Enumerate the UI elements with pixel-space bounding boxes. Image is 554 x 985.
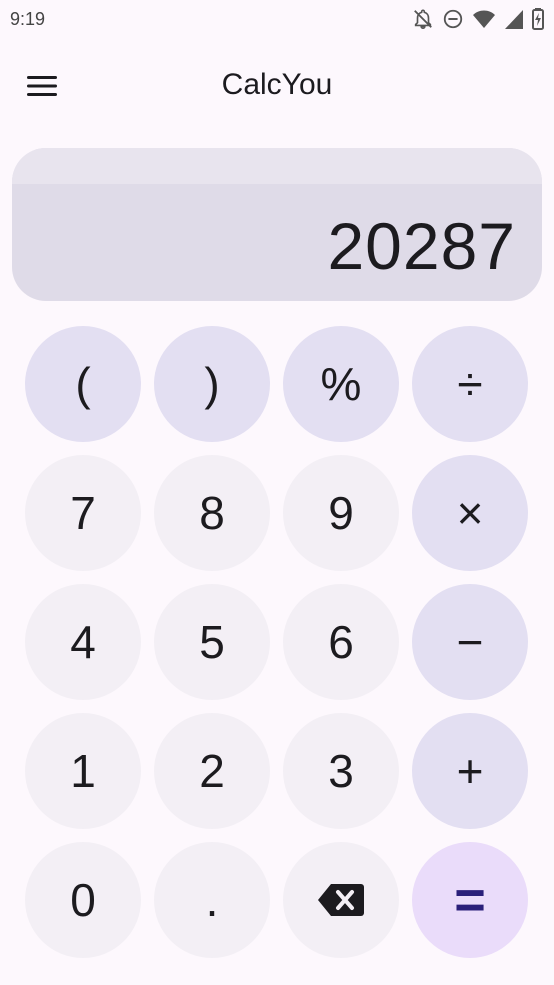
- cell-signal-icon: [504, 8, 524, 30]
- do-not-disturb-icon: [442, 8, 464, 30]
- plus-button[interactable]: +: [412, 713, 528, 829]
- eight-button[interactable]: 8: [154, 455, 270, 571]
- three-button[interactable]: 3: [283, 713, 399, 829]
- status-bar: 9:19: [0, 0, 554, 38]
- status-icons: [412, 8, 544, 30]
- equals-button[interactable]: =: [412, 842, 528, 958]
- app-bar: CalcYou: [0, 58, 554, 118]
- close-paren-button[interactable]: ): [154, 326, 270, 442]
- equals-label: =: [454, 870, 486, 930]
- percent-button[interactable]: %: [283, 326, 399, 442]
- five-button[interactable]: 5: [154, 584, 270, 700]
- display-value: 20287: [327, 209, 516, 283]
- status-time: 9:19: [10, 8, 46, 29]
- app-title: CalcYou: [221, 68, 333, 101]
- multiply-button[interactable]: ×: [412, 455, 528, 571]
- battery-icon: [532, 8, 544, 30]
- decimal-button[interactable]: .: [154, 842, 270, 958]
- wifi-icon: [472, 8, 496, 30]
- nine-button[interactable]: 9: [283, 455, 399, 571]
- backspace-icon: [317, 882, 365, 918]
- minus-button[interactable]: −: [412, 584, 528, 700]
- four-button[interactable]: 4: [25, 584, 141, 700]
- divide-button[interactable]: ÷: [412, 326, 528, 442]
- two-button[interactable]: 2: [154, 713, 270, 829]
- backspace-button[interactable]: [283, 842, 399, 958]
- keypad: ( ) % ÷ 7 8 9 × 4 5 6 − 1 2 3 + 0 . =: [25, 326, 528, 958]
- seven-button[interactable]: 7: [25, 455, 141, 571]
- six-button[interactable]: 6: [283, 584, 399, 700]
- zero-button[interactable]: 0: [25, 842, 141, 958]
- display-header: [12, 148, 542, 184]
- result-display: 20287: [12, 148, 542, 301]
- one-button[interactable]: 1: [25, 713, 141, 829]
- open-paren-button[interactable]: (: [25, 326, 141, 442]
- notifications-off-icon: [412, 8, 434, 30]
